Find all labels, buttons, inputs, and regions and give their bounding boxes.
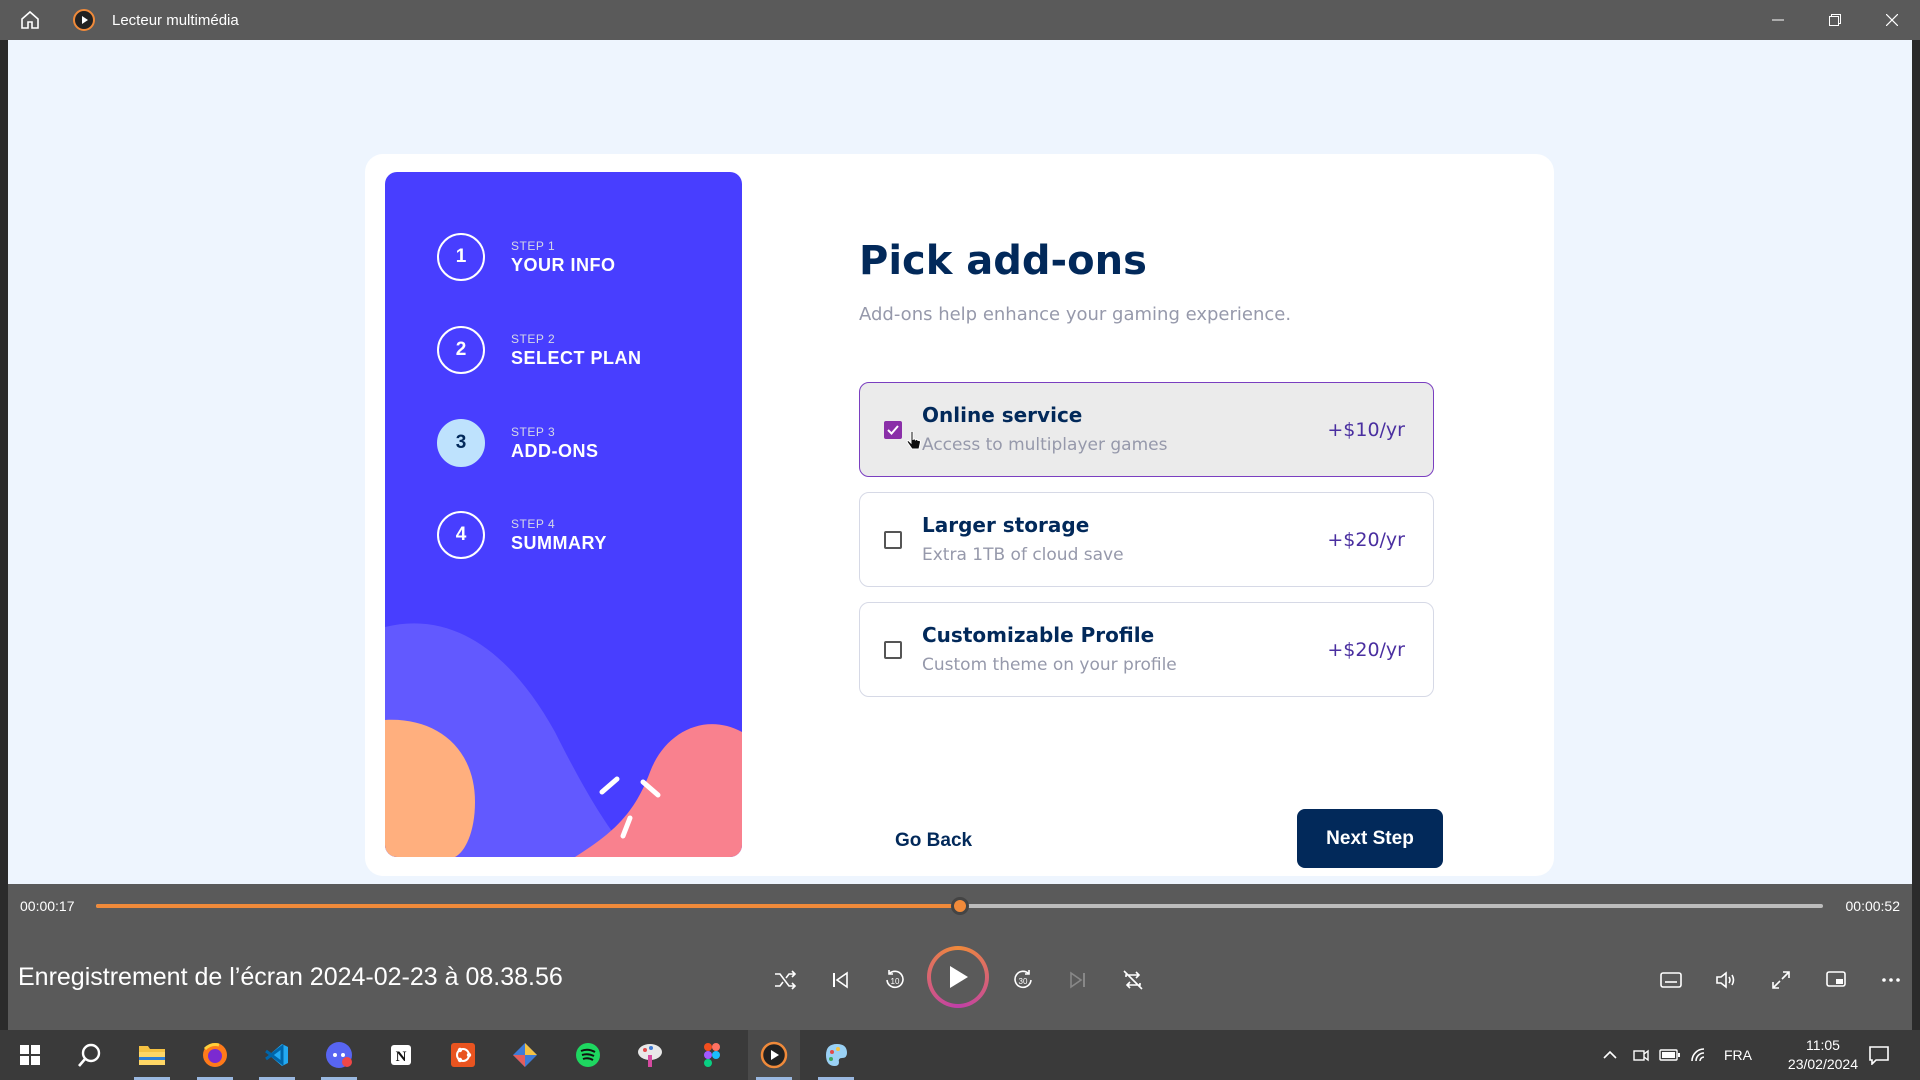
repeat-off-icon[interactable] xyxy=(1113,960,1153,1000)
notifications-icon[interactable] xyxy=(1868,1030,1890,1080)
svg-text:30: 30 xyxy=(1019,977,1028,986)
rewind-10-icon[interactable]: 10 xyxy=(875,960,915,1000)
clock-time: 11:05 xyxy=(1805,1037,1840,1053)
ubuntu-icon[interactable] xyxy=(437,1030,489,1080)
page-title: Pick add-ons xyxy=(859,238,1147,284)
search-icon[interactable] xyxy=(64,1030,116,1080)
windows-start-icon[interactable] xyxy=(4,1030,56,1080)
addon-description: Custom theme on your profile xyxy=(922,655,1177,675)
home-icon[interactable] xyxy=(10,0,50,40)
more-options-icon[interactable] xyxy=(1871,960,1911,1000)
discord-icon[interactable] xyxy=(313,1030,365,1080)
git-client-icon[interactable] xyxy=(499,1030,551,1080)
step-number: 4 xyxy=(437,511,485,559)
step-3: 3 STEP 3 ADD-ONS xyxy=(437,419,599,467)
taskbar: N FRA 11:05 23/02/2024 xyxy=(0,1030,1920,1080)
hand-cursor-icon xyxy=(906,431,922,450)
notion-icon[interactable]: N xyxy=(375,1030,427,1080)
addon-larger-storage[interactable]: Larger storage Extra 1TB of cloud save +… xyxy=(859,492,1434,587)
media-title: Enregistrement de l’écran 2024-02-23 à 0… xyxy=(18,963,563,991)
video-viewport[interactable]: 1 STEP 1 YOUR INFO 2 STEP 2 SELECT PLAN … xyxy=(8,40,1912,884)
step-number-active: 3 xyxy=(437,419,485,467)
step-4: 4 STEP 4 SUMMARY xyxy=(437,511,607,559)
vscode-icon[interactable] xyxy=(251,1030,303,1080)
next-step-button[interactable]: Next Step xyxy=(1297,809,1443,868)
addon-name: Online service xyxy=(922,403,1083,427)
minimize-button[interactable] xyxy=(1749,0,1806,40)
firefox-icon[interactable] xyxy=(189,1030,241,1080)
clock-date: 23/02/2024 xyxy=(1787,1056,1858,1072)
clock[interactable]: 11:05 23/02/2024 xyxy=(1788,1036,1858,1074)
step-name: ADD-ONS xyxy=(511,440,599,461)
steps-sidebar: 1 STEP 1 YOUR INFO 2 STEP 2 SELECT PLAN … xyxy=(385,172,742,857)
close-button[interactable] xyxy=(1863,0,1920,40)
addon-description: Extra 1TB of cloud save xyxy=(922,545,1124,565)
page-subtitle: Add-ons help enhance your gaming experie… xyxy=(859,304,1292,325)
step-name: SELECT PLAN xyxy=(511,347,642,368)
paint-app-icon[interactable] xyxy=(624,1030,676,1080)
step-1: 1 STEP 1 YOUR INFO xyxy=(437,233,616,281)
next-icon[interactable] xyxy=(1058,960,1098,1000)
addon-checkbox[interactable] xyxy=(884,421,902,439)
step-name: YOUR INFO xyxy=(511,254,616,275)
shuffle-icon[interactable] xyxy=(765,960,805,1000)
addon-price: +$10/yr xyxy=(1327,419,1405,441)
seek-bar[interactable] xyxy=(96,897,1823,915)
step-number: 2 xyxy=(437,326,485,374)
meet-now-icon[interactable] xyxy=(1632,1030,1650,1080)
step-label: STEP 4 xyxy=(511,516,556,531)
svg-text:10: 10 xyxy=(891,977,900,986)
file-explorer-icon[interactable] xyxy=(126,1030,178,1080)
addon-description: Access to multiplayer games xyxy=(922,435,1168,455)
step-name: SUMMARY xyxy=(511,532,607,553)
media-player-app-icon xyxy=(72,8,96,32)
addon-checkbox[interactable] xyxy=(884,531,902,549)
fullscreen-icon[interactable] xyxy=(1761,960,1801,1000)
subtitles-icon[interactable] xyxy=(1651,960,1691,1000)
battery-icon[interactable] xyxy=(1659,1030,1681,1080)
spotify-icon[interactable] xyxy=(562,1030,614,1080)
step-label: STEP 1 xyxy=(511,238,556,253)
addon-checkbox[interactable] xyxy=(884,641,902,659)
step-label: STEP 3 xyxy=(511,424,556,439)
wifi-icon[interactable] xyxy=(1690,1030,1710,1080)
step-2: 2 STEP 2 SELECT PLAN xyxy=(437,326,642,374)
addon-price: +$20/yr xyxy=(1327,529,1405,551)
total-duration: 00:00:52 xyxy=(1845,898,1901,914)
go-back-button[interactable]: Go Back xyxy=(895,830,972,852)
seek-bar-thumb[interactable] xyxy=(950,897,969,915)
restore-button[interactable] xyxy=(1806,0,1863,40)
play-icon xyxy=(950,966,968,988)
volume-icon[interactable] xyxy=(1706,960,1746,1000)
play-button[interactable] xyxy=(927,946,989,1008)
addon-name: Larger storage xyxy=(922,513,1090,537)
show-hidden-icons[interactable] xyxy=(1602,1030,1618,1080)
addon-online-service[interactable]: Online service Access to multiplayer gam… xyxy=(859,382,1434,477)
elapsed-time: 00:00:17 xyxy=(20,898,75,914)
miniplayer-icon[interactable] xyxy=(1816,960,1856,1000)
language-indicator[interactable]: FRA xyxy=(1724,1030,1752,1080)
previous-icon[interactable] xyxy=(820,960,860,1000)
addon-customizable-profile[interactable]: Customizable Profile Custom theme on you… xyxy=(859,602,1434,697)
check-icon xyxy=(887,425,899,435)
step-label: STEP 2 xyxy=(511,331,556,346)
media-player-taskbar-icon[interactable] xyxy=(748,1030,800,1080)
form-card: 1 STEP 1 YOUR INFO 2 STEP 2 SELECT PLAN … xyxy=(365,154,1554,876)
paint-3d-icon[interactable] xyxy=(810,1030,862,1080)
figma-icon[interactable] xyxy=(686,1030,738,1080)
addon-name: Customizable Profile xyxy=(922,623,1155,647)
addon-price: +$20/yr xyxy=(1327,639,1405,661)
window-title: Lecteur multimédia xyxy=(112,11,239,29)
seek-bar-progress xyxy=(96,904,960,908)
step-number: 1 xyxy=(437,233,485,281)
title-bar: Lecteur multimédia xyxy=(0,0,1920,40)
svg-text:N: N xyxy=(396,1049,407,1065)
forward-30-icon[interactable]: 30 xyxy=(1003,960,1043,1000)
player-controls: 00:00:17 00:00:52 Enregistrement de l’éc… xyxy=(8,884,1912,1030)
